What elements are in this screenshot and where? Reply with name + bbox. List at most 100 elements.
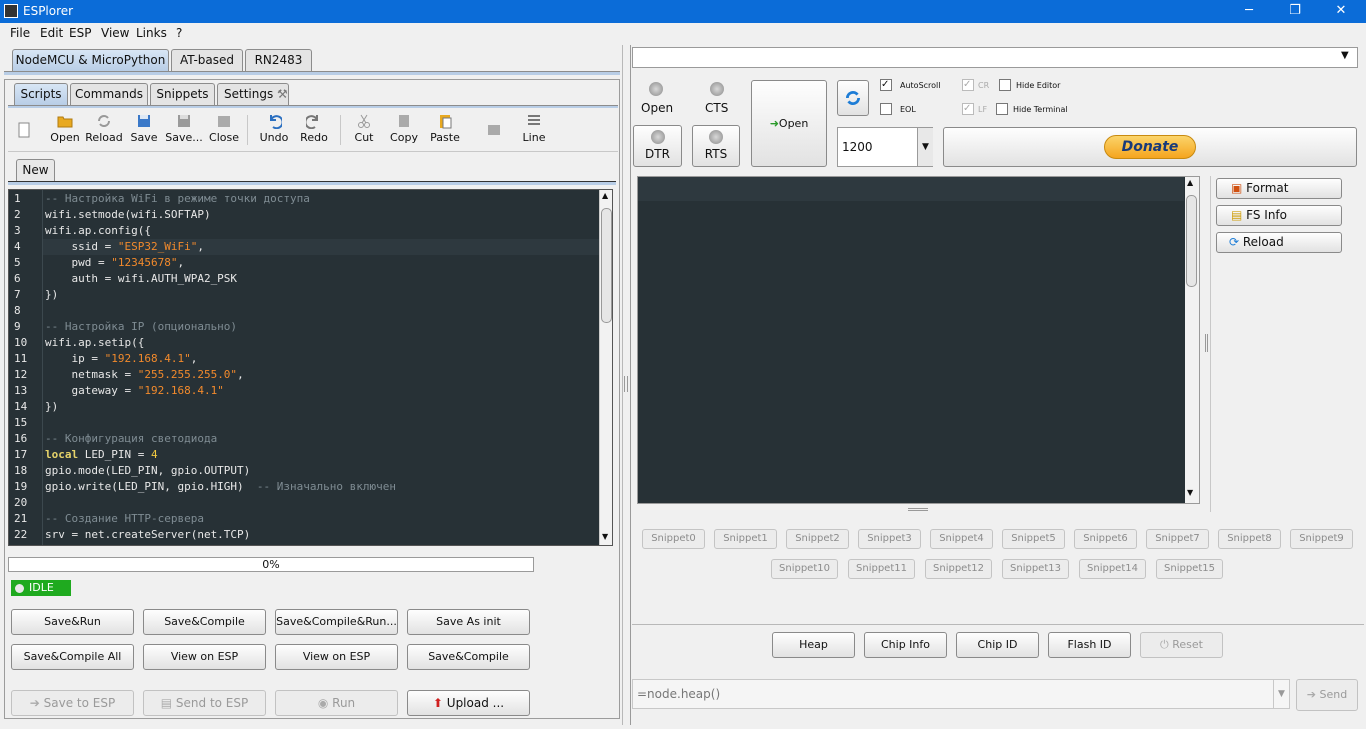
scroll-thumb[interactable] (601, 208, 612, 323)
snippet-button[interactable]: Snippet8 (1218, 529, 1281, 549)
save-compile-all-button[interactable]: Save&Compile All (11, 644, 134, 670)
eol-checkbox[interactable] (880, 103, 892, 115)
tab-rn2483[interactable]: RN2483 (245, 49, 312, 71)
open-port-button[interactable]: ➜Open (751, 80, 827, 167)
file-tab-new[interactable]: New (16, 159, 55, 181)
close-button[interactable]: Close (204, 113, 244, 147)
send-button[interactable]: ➔ Send (1296, 679, 1358, 711)
autoscroll-checkbox[interactable]: ✓ (880, 79, 892, 91)
code-line[interactable]: }) (45, 288, 58, 301)
copy-button[interactable]: Copy (384, 113, 424, 147)
terminal-scroll-up-icon[interactable]: ▲ (1187, 178, 1193, 187)
code-line[interactable]: gpio.write(LED_PIN, gpio.HIGH) -- Изнача… (45, 480, 396, 493)
command-history-chevron-icon[interactable]: ▼ (1273, 680, 1289, 708)
snippet-button[interactable]: Snippet6 (1074, 529, 1137, 549)
upload-button[interactable]: ⬆ Upload ... (407, 690, 530, 716)
code-line[interactable]: gateway = "192.168.4.1" (45, 384, 223, 397)
menu-esp[interactable]: ESP (69, 26, 91, 40)
terminal-scrollbar[interactable]: ▲ ▼ (1185, 177, 1199, 503)
code-line[interactable]: local LED_PIN = 4 (45, 448, 158, 461)
line-button[interactable]: Line (514, 113, 554, 147)
maximize-icon[interactable]: ❐ (1272, 0, 1318, 23)
baud-chevron-icon[interactable]: ▼ (917, 128, 933, 166)
menu-links[interactable]: Links (136, 26, 167, 40)
hide-terminal-checkbox[interactable] (996, 103, 1008, 115)
snippet-button[interactable]: Snippet0 (642, 529, 705, 549)
snippet-button[interactable]: Snippet9 (1290, 529, 1353, 549)
menu-edit[interactable]: Edit (40, 26, 63, 40)
code-line[interactable]: pwd = "12345678", (45, 256, 184, 269)
tab-nodemcu[interactable]: NodeMCU & MicroPython (12, 49, 169, 71)
scroll-up-icon[interactable]: ▲ (602, 191, 608, 200)
reload-fs-button[interactable]: ⟳ Reload (1216, 232, 1342, 253)
scroll-down-icon[interactable]: ▼ (602, 532, 608, 541)
code-line[interactable]: -- Настройка WiFi в режиме точки доступа (45, 192, 310, 205)
menu-file[interactable]: File (10, 26, 30, 40)
save-as-init-button[interactable]: Save As init (407, 609, 530, 635)
snippet-button[interactable]: Snippet1 (714, 529, 777, 549)
code-editor[interactable]: 1 -- Настройка WiFi в режиме точки доступ… (8, 189, 613, 546)
snippet-button[interactable]: Snippet3 (858, 529, 921, 549)
chip-id-button[interactable]: Chip ID (956, 632, 1039, 658)
code-line[interactable]: -- Настройка IP (опционально) (45, 320, 237, 333)
code-line[interactable]: wifi.ap.config({ (45, 224, 151, 237)
refresh-ports-button[interactable] (837, 80, 869, 116)
cr-checkbox[interactable]: ✓ (962, 79, 974, 91)
splitter-handle[interactable] (624, 376, 628, 392)
save-compile-button[interactable]: Save&Compile (143, 609, 266, 635)
snippet-button[interactable]: Snippet14 (1079, 559, 1146, 579)
open-button[interactable]: Open (45, 113, 85, 147)
code-line[interactable]: wifi.ap.setip({ (45, 336, 144, 349)
redo-button[interactable]: Redo (294, 113, 334, 147)
save-button[interactable]: Save (124, 113, 164, 147)
snippet-button[interactable]: Snippet10 (771, 559, 838, 579)
save-as-button[interactable]: Save... (164, 113, 204, 147)
snippet-button[interactable]: Snippet12 (925, 559, 992, 579)
tab-at-based[interactable]: AT-based (171, 49, 243, 71)
chip-info-button[interactable]: Chip Info (864, 632, 947, 658)
reload-button[interactable]: Reload (84, 113, 124, 147)
snippet-button[interactable]: Snippet2 (786, 529, 849, 549)
undo-button[interactable]: Undo (254, 113, 294, 147)
menu-view[interactable]: View (101, 26, 129, 40)
cut-button[interactable]: Cut (344, 113, 384, 147)
terminal-scroll-down-icon[interactable]: ▼ (1187, 488, 1193, 497)
port-select[interactable]: ▼ (632, 47, 1358, 68)
code-line[interactable]: netmask = "255.255.255.0", (45, 368, 243, 381)
terminal-output[interactable]: ▲ ▼ (637, 176, 1200, 504)
send-to-esp-button[interactable]: ▤ Send to ESP (143, 690, 266, 716)
tab-scripts[interactable]: Scripts (14, 83, 68, 105)
snippet-button[interactable]: Snippet15 (1156, 559, 1223, 579)
heap-button[interactable]: Heap (772, 632, 855, 658)
donate-button[interactable]: Donate (1104, 135, 1196, 159)
paste-button[interactable]: Paste (425, 113, 465, 147)
flash-id-button[interactable]: Flash ID (1048, 632, 1131, 658)
view-on-esp-button-2[interactable]: View on ESP (275, 644, 398, 670)
save-compile-run-button[interactable]: Save&Compile&Run... (275, 609, 398, 635)
tab-commands[interactable]: Commands (70, 83, 148, 105)
code-line[interactable]: wifi.setmode(wifi.SOFTAP) (45, 208, 211, 221)
save-run-button[interactable]: Save&Run (11, 609, 134, 635)
snippet-button[interactable]: Snippet7 (1146, 529, 1209, 549)
code-line[interactable]: -- Создание HTTP-сервера (45, 512, 204, 525)
terminal-resize-handle[interactable] (908, 508, 928, 511)
fs-info-button[interactable]: ▤ FS Info (1216, 205, 1342, 226)
snippet-button[interactable]: Snippet11 (848, 559, 915, 579)
snippet-button[interactable]: Snippet5 (1002, 529, 1065, 549)
reset-button[interactable]: ⏻ Reset (1140, 632, 1223, 658)
close-icon[interactable]: ✕ (1318, 0, 1364, 23)
code-line[interactable]: ssid = "ESP32_WiFi", (45, 240, 203, 253)
send-line-disabled-button[interactable] (474, 113, 514, 147)
code-line[interactable]: srv = net.createServer(net.TCP) (45, 528, 250, 541)
command-input[interactable]: =node.heap() ▼ (632, 679, 1290, 709)
format-button[interactable]: ▣ Format (1216, 178, 1342, 199)
run-button[interactable]: ◉ Run (275, 690, 398, 716)
editor-scrollbar[interactable]: ▲ ▼ (599, 190, 612, 545)
code-line[interactable]: ip = "192.168.4.1", (45, 352, 197, 365)
code-line[interactable]: -- Конфигурация светодиода (45, 432, 217, 445)
code-line[interactable]: auth = wifi.AUTH_WPA2_PSK (45, 272, 237, 285)
snippet-button[interactable]: Snippet4 (930, 529, 993, 549)
view-on-esp-button[interactable]: View on ESP (143, 644, 266, 670)
tab-snippets[interactable]: Snippets (150, 83, 215, 105)
rts-button[interactable]: RTS (692, 125, 740, 167)
